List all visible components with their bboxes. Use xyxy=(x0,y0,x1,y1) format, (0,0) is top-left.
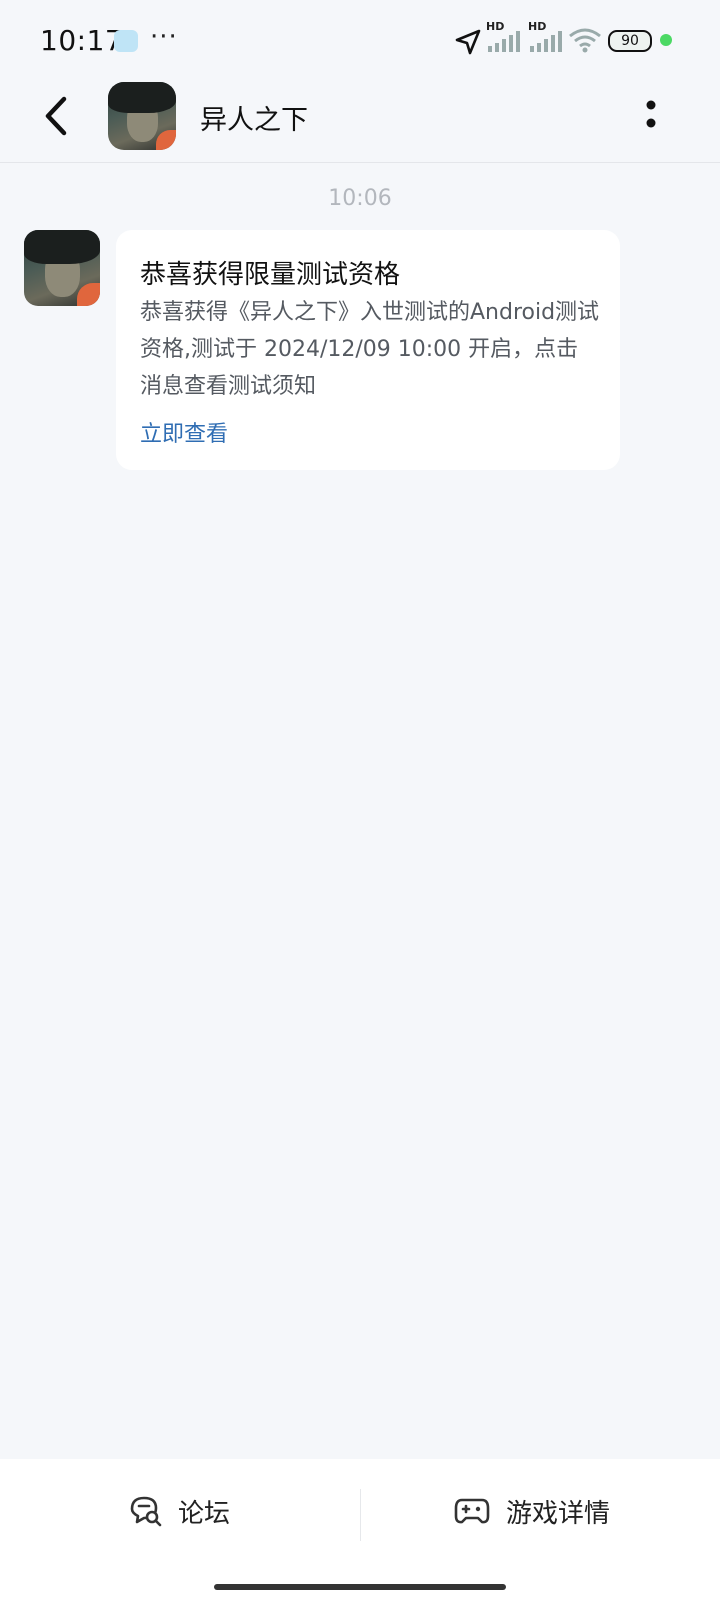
bottom-divider xyxy=(360,1489,361,1541)
dot-icon xyxy=(660,34,672,46)
view-now-link[interactable]: 立即查看 xyxy=(140,416,228,448)
message-body: 恭喜获得《异人之下》入世测试的Android测试资格,测试于 2024/12/0… xyxy=(140,300,600,399)
notification-app-icon xyxy=(114,30,138,52)
status-bar: 10:17 ··· HD HD 90 xyxy=(0,0,720,82)
battery-icon: 90 xyxy=(608,30,652,52)
back-button[interactable] xyxy=(34,92,78,140)
chevron-left-icon xyxy=(45,96,67,136)
signal-icon xyxy=(530,31,562,52)
game-badge-icon xyxy=(77,283,100,306)
message-title: 恭喜获得限量测试资格 xyxy=(140,260,401,290)
status-icons: HD HD 90 xyxy=(440,20,720,60)
more-vertical-icon xyxy=(646,100,656,128)
home-indicator[interactable] xyxy=(214,1584,506,1590)
forum-button[interactable]: 论坛 xyxy=(128,1481,230,1541)
battery-level: 90 xyxy=(621,33,639,49)
sender-avatar[interactable] xyxy=(24,230,100,306)
game-badge-icon xyxy=(155,129,176,150)
page-title: 异人之下 xyxy=(200,105,308,136)
game-details-button[interactable]: 游戏详情 xyxy=(454,1481,610,1541)
game-avatar[interactable] xyxy=(108,82,176,150)
more-notifications-icon: ··· xyxy=(150,22,178,52)
chat-search-icon xyxy=(130,1496,162,1527)
message-timestamp: 10:06 xyxy=(328,186,392,211)
forum-label: 论坛 xyxy=(178,1498,231,1529)
wifi-icon xyxy=(569,28,601,53)
bottom-bar: 论坛 游戏详情 xyxy=(0,1459,720,1601)
location-arrow-icon xyxy=(455,29,481,55)
more-button[interactable] xyxy=(636,96,666,132)
gamepad-icon xyxy=(454,1498,490,1524)
chat-header: 异人之下 xyxy=(0,82,720,163)
signal-icon xyxy=(488,31,520,52)
game-details-label: 游戏详情 xyxy=(506,1498,611,1529)
message-card[interactable]: 恭喜获得限量测试资格 恭喜获得《异人之下》入世测试的Android测试资格,测试… xyxy=(116,230,620,470)
status-time: 10:17 xyxy=(40,24,124,57)
